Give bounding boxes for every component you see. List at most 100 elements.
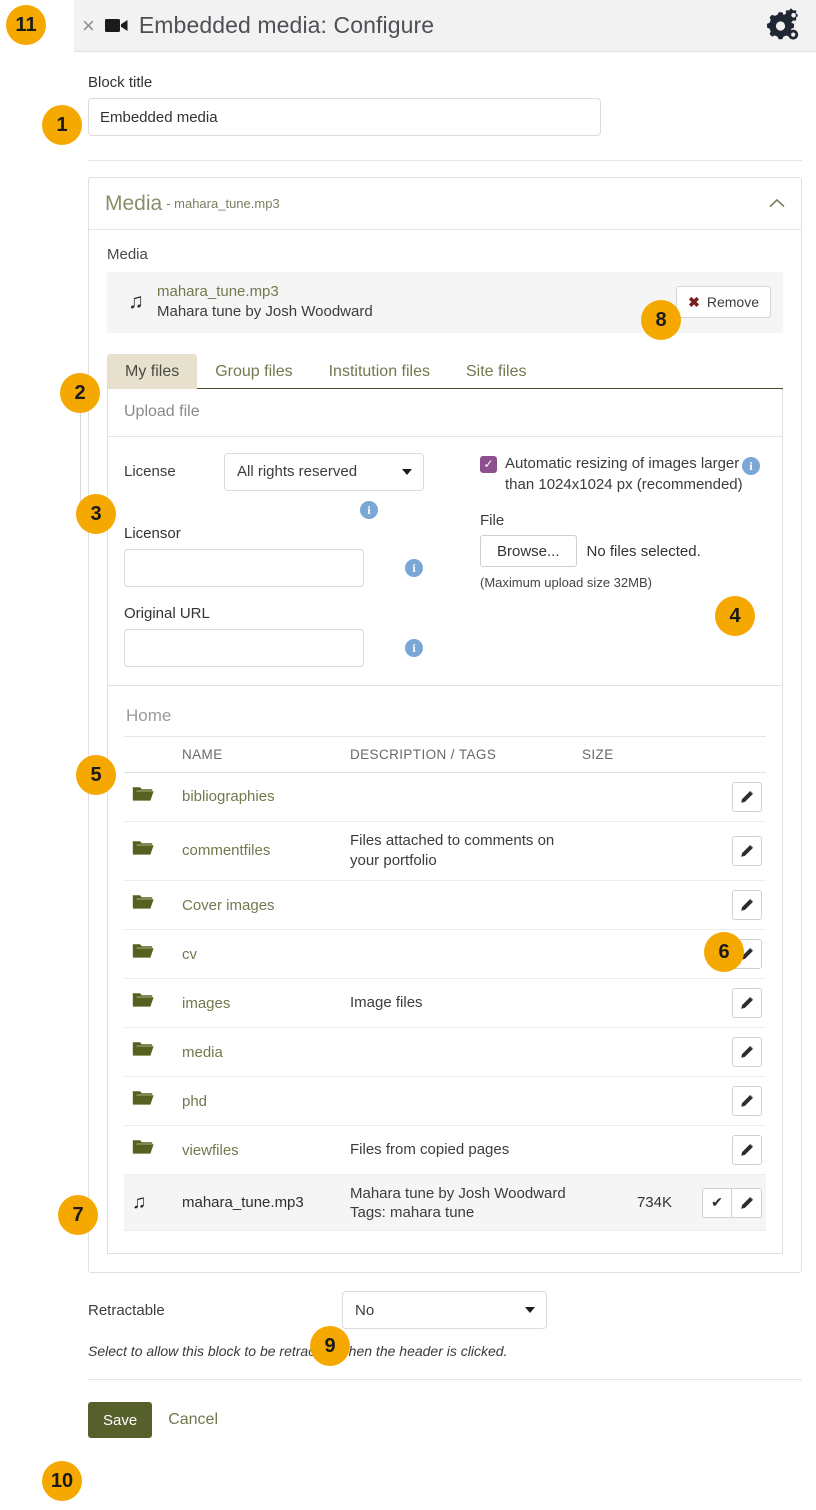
licensor-label: Licensor xyxy=(124,525,464,542)
gears-icon[interactable] xyxy=(762,8,800,49)
file-description: Image files xyxy=(350,979,582,1028)
callout-marker-8: 8 xyxy=(641,300,681,340)
remove-button[interactable]: ✖ Remove xyxy=(676,286,771,318)
row-actions: ✔ xyxy=(690,1175,766,1231)
file-size xyxy=(582,930,690,979)
file-name[interactable]: images xyxy=(182,979,350,1028)
music-note-icon: ♫ xyxy=(119,290,153,314)
close-button[interactable]: × xyxy=(82,15,95,37)
folder-icon xyxy=(124,1077,182,1126)
file-name[interactable]: commentfiles xyxy=(182,821,350,881)
file-name[interactable]: viewfiles xyxy=(182,1126,350,1175)
file-table-body: bibliographiescommentfilesFiles attached… xyxy=(124,772,766,1231)
upload-file-header[interactable]: Upload file xyxy=(108,389,782,437)
file-name[interactable]: cv xyxy=(182,930,350,979)
select-file-button[interactable]: ✔ xyxy=(702,1188,732,1218)
licensor-input-row: i xyxy=(124,549,464,587)
table-row[interactable]: bibliographies xyxy=(124,772,766,821)
chevron-down-icon xyxy=(525,1307,535,1313)
callout-marker-5: 5 xyxy=(76,755,116,795)
file-description: Mahara tune by Josh WoodwardTags: mahara… xyxy=(350,1175,582,1231)
row-actions xyxy=(690,772,766,821)
table-row[interactable]: commentfilesFiles attached to comments o… xyxy=(124,821,766,881)
edit-file-button[interactable] xyxy=(732,1188,762,1218)
edit-folder-button[interactable] xyxy=(732,988,762,1018)
browse-button[interactable]: Browse... xyxy=(480,535,577,567)
file-size xyxy=(582,1126,690,1175)
edit-folder-button[interactable] xyxy=(732,1037,762,1067)
edit-folder-button[interactable] xyxy=(732,782,762,812)
table-row[interactable]: Cover images xyxy=(124,881,766,930)
info-icon[interactable]: i xyxy=(742,457,760,475)
table-row[interactable]: cv xyxy=(124,930,766,979)
media-panel-header[interactable]: Media - mahara_tune.mp3 xyxy=(89,178,801,230)
chevron-up-icon[interactable] xyxy=(769,195,785,212)
row-actions xyxy=(690,881,766,930)
license-select[interactable]: All rights reserved xyxy=(224,453,424,491)
auto-resize-checkbox[interactable]: ✓ xyxy=(480,456,497,473)
retractable-label: Retractable xyxy=(88,1302,342,1319)
folder-icon xyxy=(124,1126,182,1175)
callout-marker-4: 4 xyxy=(715,596,755,636)
selected-media-meta: mahara_tune.mp3 Mahara tune by Josh Wood… xyxy=(157,282,373,323)
tab-group-files[interactable]: Group files xyxy=(197,354,310,389)
file-name[interactable]: Cover images xyxy=(182,881,350,930)
table-row[interactable]: ♫mahara_tune.mp3Mahara tune by Josh Wood… xyxy=(124,1175,766,1231)
file-description xyxy=(350,772,582,821)
file-size xyxy=(582,1077,690,1126)
selected-media-row: ♫ mahara_tune.mp3 Mahara tune by Josh Wo… xyxy=(107,272,783,333)
file-name[interactable]: media xyxy=(182,1028,350,1077)
block-title-label: Block title xyxy=(88,74,802,91)
modal-body: Block title Media - mahara_tune.mp3 Medi… xyxy=(74,52,816,1438)
edit-folder-button[interactable] xyxy=(732,1135,762,1165)
file-name[interactable]: mahara_tune.mp3 xyxy=(182,1175,350,1231)
folder-icon xyxy=(124,930,182,979)
file-name[interactable]: phd xyxy=(182,1077,350,1126)
folder-icon xyxy=(124,1028,182,1077)
table-row[interactable]: phd xyxy=(124,1077,766,1126)
cancel-button[interactable]: Cancel xyxy=(168,1411,218,1429)
table-row[interactable]: viewfilesFiles from copied pages xyxy=(124,1126,766,1175)
license-select-value: All rights reserved xyxy=(237,463,357,480)
original-url-input-row: i xyxy=(124,629,464,667)
file-label: File xyxy=(480,512,766,529)
upload-file-body: License All rights reserved i xyxy=(108,437,782,685)
file-browser: Home NAME DESCRIPTION / TAGS SIZE xyxy=(107,686,783,1255)
tab-institution-files[interactable]: Institution files xyxy=(311,354,448,389)
upload-right-column: i ✓ Automatic resizing of images larger … xyxy=(464,453,766,667)
file-name[interactable]: bibliographies xyxy=(182,772,350,821)
breadcrumb[interactable]: Home xyxy=(124,700,766,736)
upload-file-section: Upload file License All rights reserved xyxy=(107,389,783,686)
edit-folder-button[interactable] xyxy=(732,836,762,866)
edit-folder-button[interactable] xyxy=(732,890,762,920)
save-button[interactable]: Save xyxy=(88,1402,152,1438)
info-icon[interactable]: i xyxy=(360,501,378,519)
tab-site-files[interactable]: Site files xyxy=(448,354,544,389)
video-camera-icon xyxy=(105,17,129,34)
close-icon: ✖ xyxy=(688,294,700,311)
media-panel-body: Media ♫ mahara_tune.mp3 Mahara tune by J… xyxy=(89,230,801,1272)
info-icon[interactable]: i xyxy=(405,639,423,657)
table-row[interactable]: media xyxy=(124,1028,766,1077)
file-size xyxy=(582,979,690,1028)
auto-resize-label: Automatic resizing of images larger than… xyxy=(505,453,745,497)
file-size: 734K xyxy=(582,1175,690,1231)
file-description xyxy=(350,1028,582,1077)
block-title-field: Block title xyxy=(74,52,816,136)
table-header-row: NAME DESCRIPTION / TAGS SIZE xyxy=(124,736,766,772)
original-url-input[interactable] xyxy=(124,629,364,667)
callout-marker-10: 10 xyxy=(42,1461,82,1501)
table-row[interactable]: imagesImage files xyxy=(124,979,766,1028)
info-icon[interactable]: i xyxy=(405,559,423,577)
tab-my-files[interactable]: My files xyxy=(107,354,197,389)
licensor-field: Licensor i xyxy=(124,525,464,587)
edit-folder-button[interactable] xyxy=(732,1086,762,1116)
retractable-select[interactable]: No xyxy=(342,1291,547,1329)
folder-icon xyxy=(124,881,182,930)
block-title-input[interactable] xyxy=(88,98,601,136)
callout-marker-3: 3 xyxy=(76,494,116,534)
chevron-down-icon xyxy=(402,469,412,475)
selected-media-name: mahara_tune.mp3 xyxy=(157,282,373,302)
selected-media-description: Mahara tune by Josh Woodward xyxy=(157,302,373,322)
licensor-input[interactable] xyxy=(124,549,364,587)
